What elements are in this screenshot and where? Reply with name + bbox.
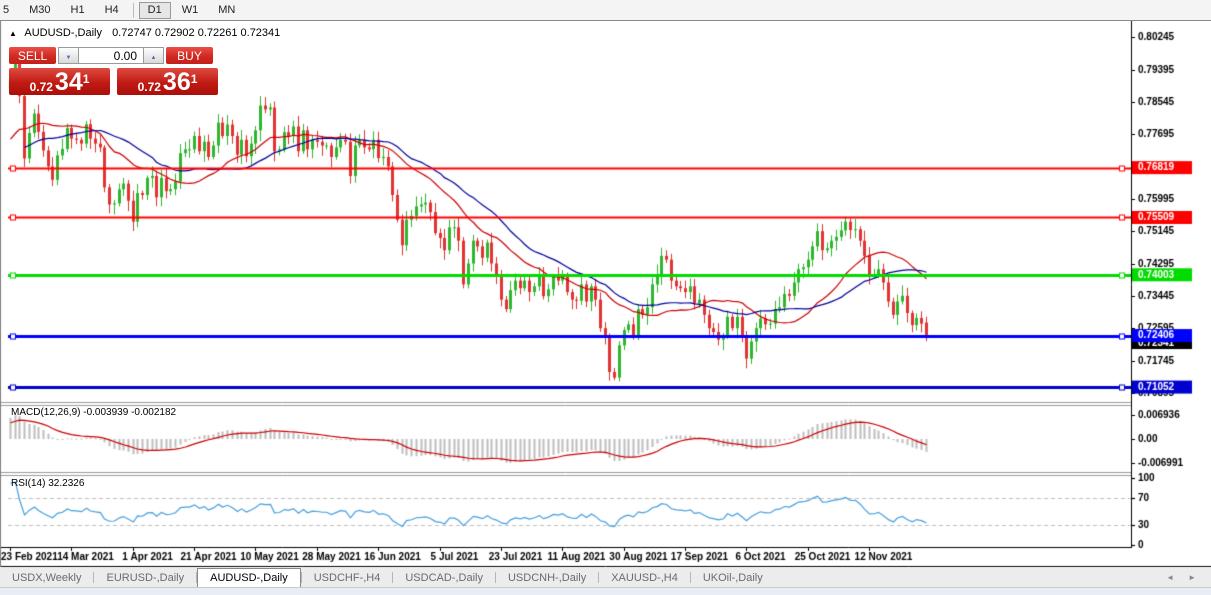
tab-usdcad-daily[interactable]: USDCAD-,Daily [393, 568, 495, 587]
rsi-indicator-label: RSI(14) 32.2326 [11, 478, 84, 489]
tab-scroll-right-icon[interactable]: ► [1181, 573, 1203, 582]
tab-ukoil-daily[interactable]: UKOil-,Daily [691, 568, 775, 587]
buy-price-base: 0.72 [138, 80, 161, 94]
collapse-trade-panel-icon[interactable]: ▲ [9, 29, 17, 38]
chevron-down-icon: ▼ [66, 55, 72, 61]
sell-button[interactable]: SELL [9, 47, 56, 64]
tab-scroll-left-icon[interactable]: ◄ [1159, 573, 1181, 582]
tab-eurusd-daily[interactable]: EURUSD-,Daily [94, 568, 196, 587]
buy-price-pip: 1 [191, 64, 198, 94]
buy-price-main: 36 [163, 71, 191, 94]
lot-increase-button[interactable]: ▲ [143, 47, 164, 64]
timeframe-h4[interactable]: H4 [96, 2, 128, 19]
timeframe-w1[interactable]: W1 [173, 2, 208, 19]
tab-usdchf-h4[interactable]: USDCHF-,H4 [302, 568, 393, 587]
lot-size-input[interactable] [79, 47, 143, 64]
one-click-trade-panel: SELL ▼ ▲ BUY 0.72341 0.72361 [9, 47, 221, 95]
status-strip [0, 587, 1211, 595]
chart-window: ▲ AUDUSD-,Daily 0.72747 0.72902 0.72261 … [0, 21, 1211, 568]
sell-price-quote[interactable]: 0.72341 [9, 68, 110, 95]
lot-decrease-button[interactable]: ▼ [58, 47, 79, 64]
tab-xauusd-h4[interactable]: XAUUSD-,H4 [599, 568, 690, 587]
buy-button[interactable]: BUY [166, 47, 213, 64]
trading-platform-window: 5M30H1H4 D1W1MN ▲ AUDUSD-,Daily 0.72747 0… [0, 0, 1211, 595]
chevron-up-icon: ▲ [151, 55, 157, 61]
timeframe-h1[interactable]: H1 [62, 2, 94, 19]
timeframe-toolbar: 5M30H1H4 D1W1MN [0, 0, 1211, 21]
timeframe-mn[interactable]: MN [209, 2, 244, 19]
sell-price-main: 34 [55, 71, 83, 94]
tab-usdx-weekly[interactable]: USDX,Weekly [0, 568, 93, 587]
timeframe-d1[interactable]: D1 [139, 2, 171, 19]
timeframe-5[interactable]: 5 [0, 2, 18, 19]
symbol-period-label: AUDUSD-,Daily [24, 27, 102, 39]
price-chart-canvas[interactable] [0, 21, 1211, 568]
toolbar-separator [133, 3, 134, 18]
timeframe-m30[interactable]: M30 [20, 2, 59, 19]
sell-price-pip: 1 [83, 64, 90, 94]
tab-audusd-daily[interactable]: AUDUSD-,Daily [197, 568, 301, 587]
lot-size-stepper: ▼ ▲ [58, 47, 164, 64]
sell-price-base: 0.72 [30, 80, 53, 94]
tab-usdcnh-daily[interactable]: USDCNH-,Daily [496, 568, 598, 587]
chart-tab-bar: USDX,WeeklyEURUSD-,DailyAUDUSD-,DailyUSD… [0, 568, 1211, 587]
ohlc-values: 0.72747 0.72902 0.72261 0.72341 [112, 27, 280, 39]
chart-title-bar: ▲ AUDUSD-,Daily 0.72747 0.72902 0.72261 … [9, 27, 280, 39]
buy-price-quote[interactable]: 0.72361 [117, 68, 218, 95]
macd-indicator-label: MACD(12,26,9) -0.003939 -0.002182 [11, 407, 176, 418]
